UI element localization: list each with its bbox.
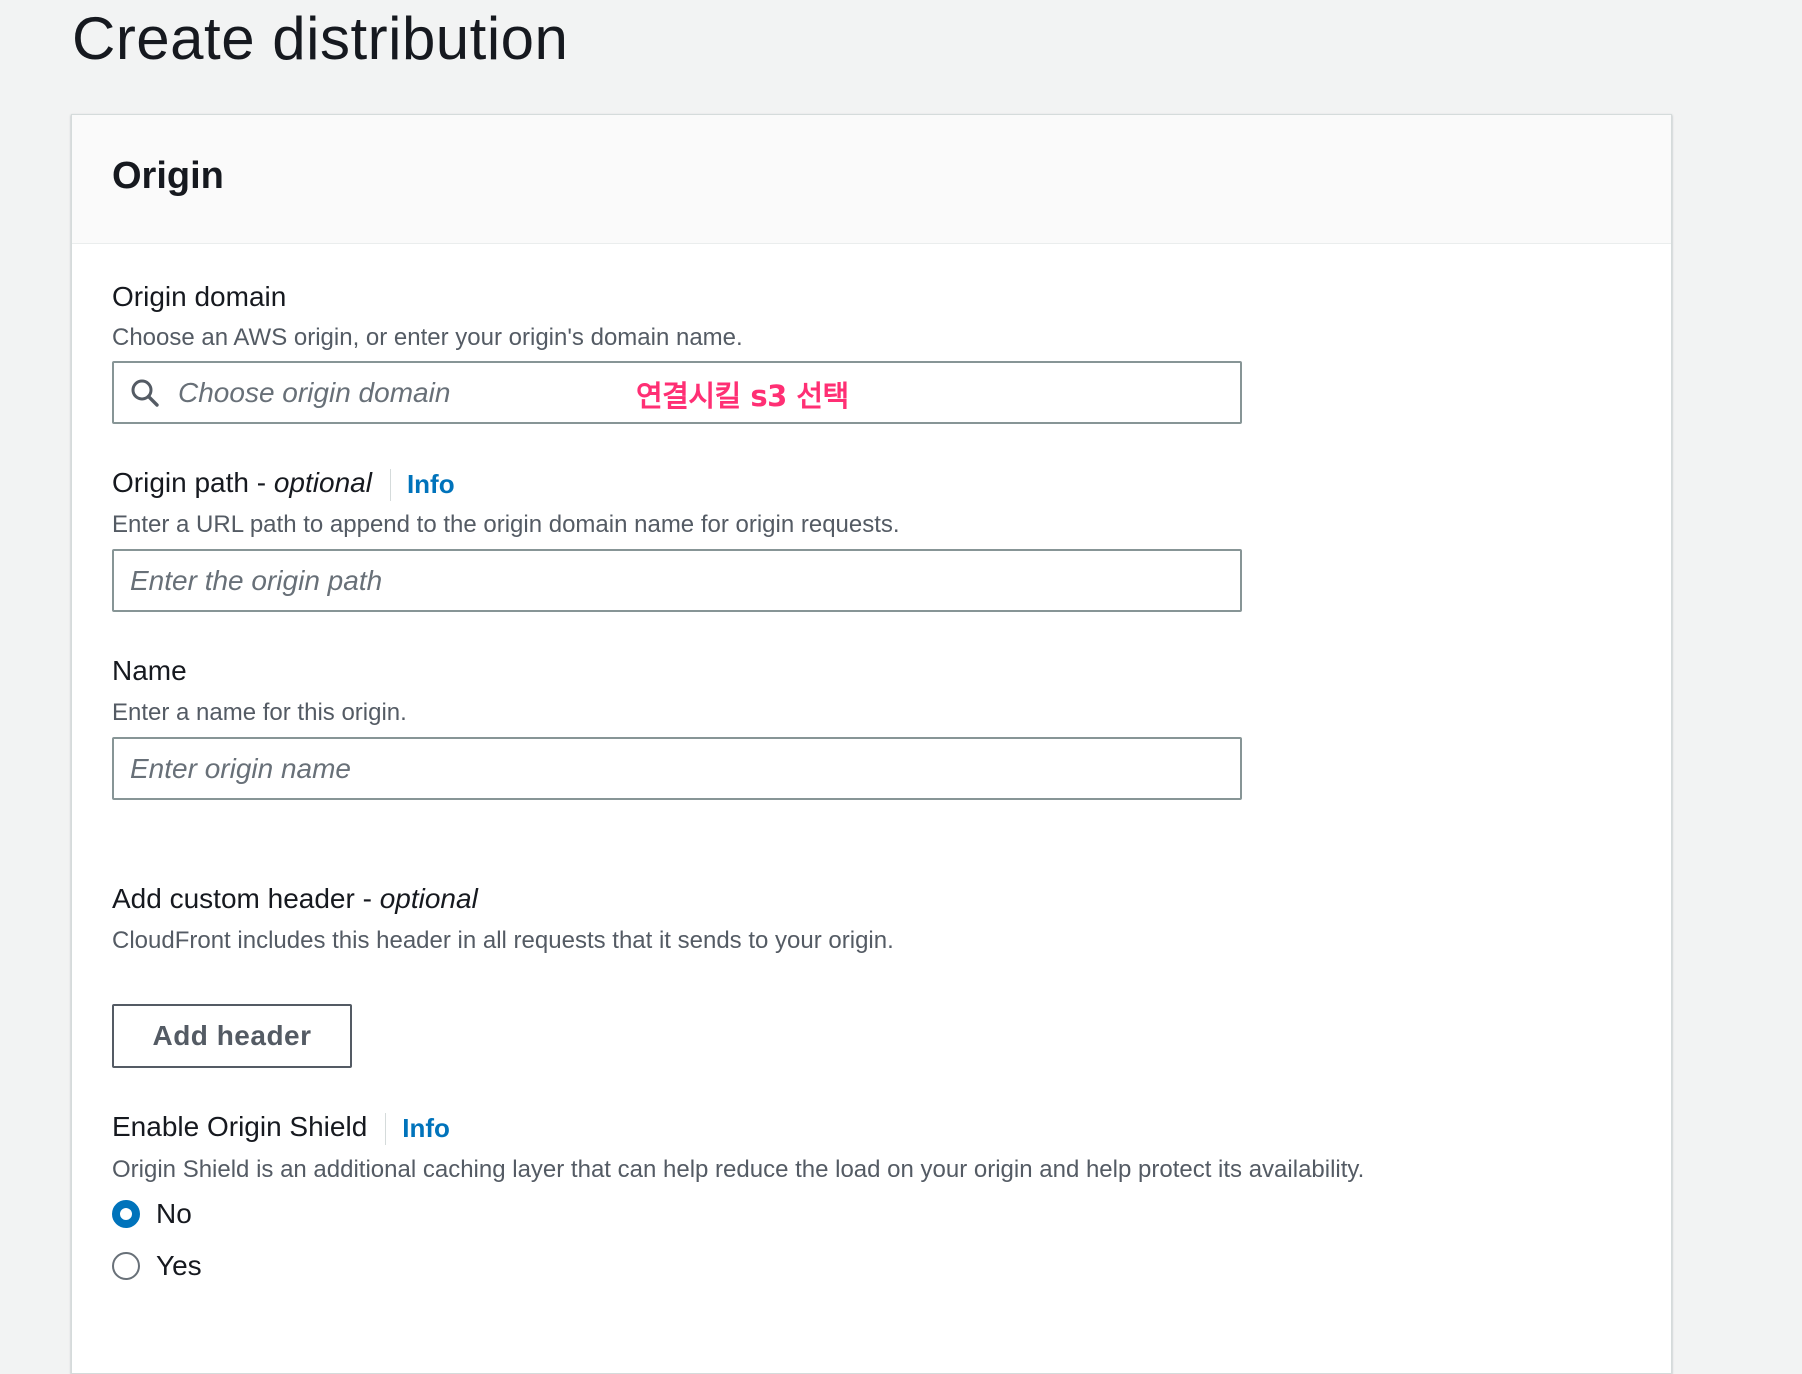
radio-no-label: No	[156, 1198, 192, 1229]
origin-domain-label: Origin domain	[112, 281, 287, 312]
search-icon	[131, 379, 159, 407]
radio-no[interactable]	[112, 1200, 140, 1228]
info-separator	[389, 468, 391, 501]
radio-yes-label: Yes	[156, 1250, 202, 1281]
origin-panel-header: Origin	[72, 115, 1671, 244]
origin-name-input[interactable]	[130, 739, 1220, 798]
origin-name-description: Enter a name for this origin.	[112, 699, 407, 726]
origin-panel: Origin Origin domain Choose an AWS origi…	[71, 114, 1672, 1374]
page-title: Create distribution	[72, 5, 569, 72]
origin-path-field[interactable]	[112, 549, 1242, 612]
origin-path-optional-text: optional	[273, 467, 372, 498]
custom-header-description: CloudFront includes this header in all r…	[112, 927, 894, 954]
origin-shield-option-yes[interactable]: Yes	[112, 1246, 202, 1286]
custom-header-label-text: Add custom header -	[112, 883, 380, 914]
origin-panel-title: Origin	[112, 155, 224, 197]
origin-shield-label-text: Enable Origin Shield	[112, 1111, 368, 1142]
origin-domain-description: Choose an AWS origin, or enter your orig…	[112, 324, 743, 351]
origin-name-field[interactable]	[112, 737, 1242, 800]
custom-header-optional-text: optional	[379, 883, 478, 914]
origin-shield-description: Origin Shield is an additional caching l…	[112, 1156, 1365, 1183]
origin-path-input[interactable]	[130, 551, 1220, 610]
origin-name-label: Name	[112, 655, 187, 686]
origin-shield-info-link[interactable]: Info	[402, 1113, 450, 1143]
add-header-button[interactable]: Add header	[112, 1004, 352, 1068]
origin-path-description: Enter a URL path to append to the origin…	[112, 511, 900, 538]
radio-yes[interactable]	[112, 1252, 140, 1280]
info-separator	[385, 1112, 387, 1145]
origin-shield-label: Enable Origin Shield Info	[112, 1111, 450, 1145]
custom-header-label: Add custom header - optional	[112, 883, 478, 915]
origin-path-label-text: Origin path -	[112, 467, 274, 498]
origin-shield-option-no[interactable]: No	[112, 1194, 192, 1234]
origin-path-info-link[interactable]: Info	[407, 469, 455, 499]
origin-domain-field[interactable]: 연결시킬 s3 선택	[112, 361, 1242, 424]
origin-path-label: Origin path - optional Info	[112, 467, 455, 501]
annotation-select-s3: 연결시킬 s3 선택	[636, 379, 849, 413]
